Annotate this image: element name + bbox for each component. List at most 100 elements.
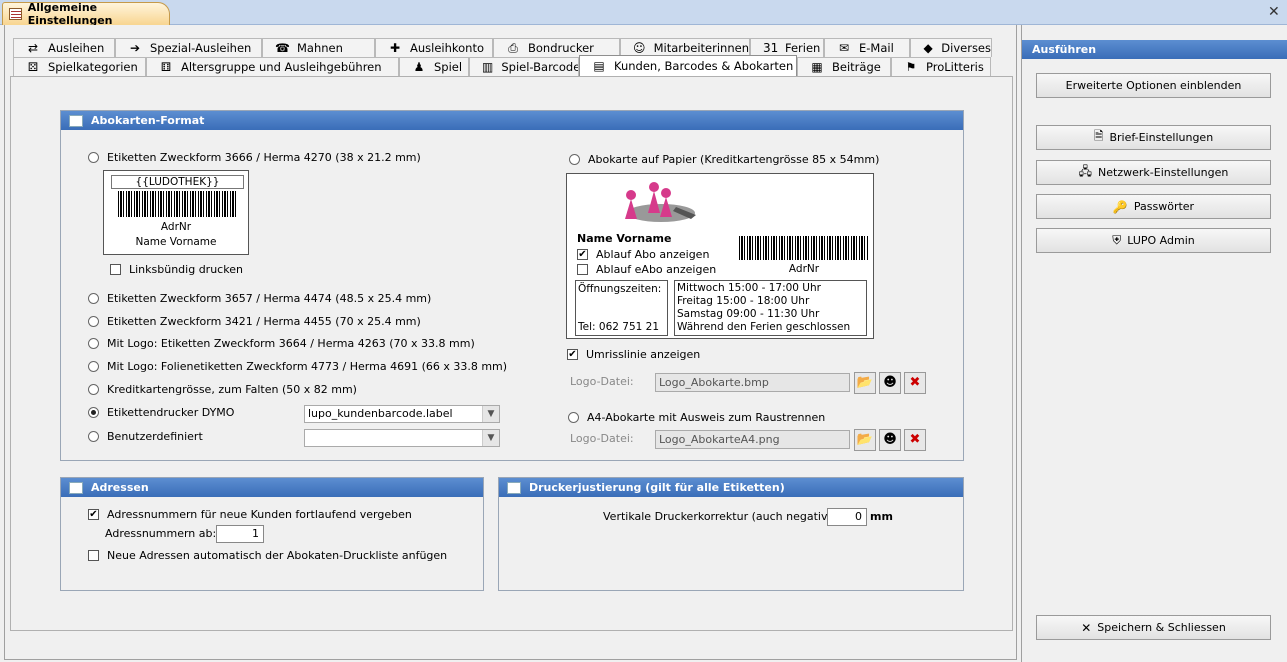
druckerjustierung-group: Druckerjustierung (gilt für alle Etikett… [498, 477, 964, 591]
radio-a4-abokarte[interactable] [568, 412, 579, 423]
tab-ausleihkonto[interactable]: ✚ Ausleihkonto [375, 38, 493, 57]
document-tab[interactable]: Allgemeine Einstellungen [2, 1, 170, 27]
chevron-down-icon[interactable]: ▼ [482, 406, 499, 422]
logo-file-input[interactable]: Logo_Abokarte.bmp [655, 373, 850, 392]
tab-altersgruppe-und-ausleihgebühren[interactable]: ⚅ Altersgruppe und Ausleihgebühren [146, 57, 399, 76]
option-kreditkarte-falten[interactable]: Kreditkartengrösse, zum Falten (50 x 82 … [88, 383, 357, 396]
tab-label: Spielkategorien [48, 60, 138, 74]
delete-icon[interactable]: ✖ [904, 372, 926, 394]
speichern-schliessen-button[interactable]: ✕ Speichern & Schliessen [1036, 615, 1271, 640]
option-abokarte-papier[interactable]: Abokarte auf Papier (Kreditkartengrösse … [569, 153, 879, 166]
app-window: Allgemeine Einstellungen ✕ ⇄ Ausleihen ➔ Sp… [0, 0, 1287, 662]
printer-icon: ⎙ [508, 41, 518, 55]
label-zweckform-3421: Etiketten Zweckform 3421 / Herma 4455 (7… [107, 315, 421, 328]
smiley-icon[interactable]: ☻ [879, 372, 901, 394]
label-kreditkarte-falten: Kreditkartengrösse, zum Falten (50 x 82 … [107, 383, 357, 396]
checkbox-umrisslinie[interactable]: ✔ [567, 349, 578, 360]
tab-prolitteris[interactable]: ⚑ ProLitteris [891, 57, 991, 76]
smiley-icon[interactable]: ☻ [879, 429, 901, 451]
flag-icon: ⚑ [905, 60, 917, 74]
tab-kunden-barcodes-abokarten[interactable]: ▤ Kunden, Barcodes & Abokarten [579, 55, 797, 76]
option-zweckform-3666[interactable]: Etiketten Zweckform 3666 / Herma 4270 (3… [88, 151, 421, 164]
option-linksbuendig[interactable]: Linksbündig drucken [110, 263, 243, 276]
brief-einstellungen-button[interactable]: 🗎 Brief-Einstellungen [1036, 125, 1271, 150]
radio-zweckform-3421[interactable] [88, 316, 99, 327]
checkbox-ablauf-abo[interactable]: ✔ [577, 249, 588, 260]
radio-zweckform-3666[interactable] [88, 152, 99, 163]
label-zweckform-3657: Etiketten Zweckform 3657 / Herma 4474 (4… [107, 292, 432, 305]
druckerkorrektur-input[interactable]: 0 [827, 508, 867, 526]
option-umrisslinie[interactable]: ✔ Umrisslinie anzeigen [567, 348, 700, 361]
lupo-admin-button[interactable]: ⛨ LUPO Admin [1036, 228, 1271, 253]
erweiterte-optionen-label: Erweiterte Optionen einblenden [1065, 79, 1242, 92]
option-ablauf-eabo[interactable]: Ablauf eAbo anzeigen [577, 263, 716, 276]
dymo-label-select[interactable]: lupo_kundenbarcode.label ▼ [304, 405, 500, 423]
close-icon[interactable]: ✕ [1268, 4, 1280, 20]
checkbox-auto-druckliste[interactable] [88, 550, 99, 561]
checkbox-fortlaufend[interactable]: ✔ [88, 509, 99, 520]
account-add-icon: ✚ [389, 41, 401, 55]
checkbox-linksbuendig[interactable] [110, 264, 121, 275]
tab-spiel[interactable]: ♟ Spiel [399, 57, 469, 76]
option-zweckform-3657[interactable]: Etiketten Zweckform 3657 / Herma 4474 (4… [88, 292, 431, 305]
card-hours-label-box: Öffnungszeiten: Tel: 062 751 21 [575, 280, 668, 336]
radio-logo-3664[interactable] [88, 338, 99, 349]
tab-label: Ferien [785, 41, 821, 55]
option-a4-abokarte[interactable]: A4-Abokarte mit Ausweis zum Raustrennen [568, 411, 825, 424]
tab-diverses[interactable]: ◆ Diverses [910, 38, 992, 57]
label-preview: {{LUDOTHEK}} AdrNr Name Vorname [103, 170, 249, 255]
radio-abokarte-papier[interactable] [569, 154, 580, 165]
option-auto-druckliste[interactable]: Neue Adressen automatisch der Abokaten-D… [88, 549, 447, 562]
option-logo-4773[interactable]: Mit Logo: Folienetiketten Zweckform 4773… [88, 360, 507, 373]
option-fortlaufend[interactable]: ✔ Adressnummern für neue Kunden fortlauf… [88, 508, 412, 521]
radio-logo-4773[interactable] [88, 361, 99, 372]
option-benutzerdefiniert[interactable]: Benutzerdefiniert [88, 430, 203, 443]
option-logo-3664[interactable]: Mit Logo: Etiketten Zweckform 3664 / Her… [88, 337, 475, 350]
tab-beiträge[interactable]: ▦ Beiträge [797, 57, 891, 76]
tab-label: Spiel-Barcode [501, 60, 579, 74]
erweiterte-optionen-button[interactable]: Erweiterte Optionen einblenden [1036, 73, 1271, 98]
netzwerk-einstellungen-button[interactable]: 🖧 Netzwerk-Einstellungen [1036, 160, 1271, 185]
close-icon: ✕ [1081, 620, 1092, 635]
benutzerdefiniert-select[interactable]: ▼ [304, 429, 500, 447]
label-preview-name: Name Vorname [135, 236, 217, 248]
radio-zweckform-3657[interactable] [88, 293, 99, 304]
card-format-icon [69, 114, 83, 127]
druckerkorrektur-label: Vertikale Druckerkorrektur (auch negativ… [603, 510, 843, 523]
chevron-down-icon[interactable]: ▼ [482, 430, 499, 446]
radio-dymo[interactable] [88, 407, 99, 418]
reminder-icon: ☎ [275, 41, 290, 55]
tab-e-mail[interactable]: ✉ E-Mail [824, 38, 910, 57]
adressnummern-ab-input[interactable]: 1 [216, 525, 264, 543]
form-icon [9, 8, 22, 20]
card-tel: Tel: 062 751 21 [578, 321, 660, 333]
delete-icon[interactable]: ✖ [904, 429, 926, 451]
swap-arrows-icon: ⇄ [27, 41, 39, 55]
label-ablauf-abo: Ablauf Abo anzeigen [596, 248, 710, 261]
radio-benutzerdefiniert[interactable] [88, 431, 99, 442]
option-zweckform-3421[interactable]: Etiketten Zweckform 3421 / Herma 4455 (7… [88, 315, 421, 328]
tab-label: Spiel [434, 60, 463, 74]
open-folder-icon[interactable]: 📂 [854, 372, 876, 394]
open-folder-icon[interactable]: 📂 [854, 429, 876, 451]
tab-spielkategorien[interactable]: ⚄ Spielkategorien [13, 57, 146, 76]
password-icon: 🔑 [1112, 199, 1128, 214]
tab-spiel-barcode[interactable]: ▥ Spiel-Barcode [469, 57, 579, 76]
money-icon: ▦ [811, 60, 823, 74]
option-ablauf-abo[interactable]: ✔ Ablauf Abo anzeigen [577, 248, 709, 261]
tab-label: Altersgruppe und Ausleihgebühren [181, 60, 382, 74]
abokarten-title: Abokarten-Format [91, 114, 205, 127]
radio-kreditkarte-falten[interactable] [88, 384, 99, 395]
dice-icon: ⚄ [27, 60, 39, 74]
document-tab-bar: Allgemeine Einstellungen ✕ [0, 0, 1287, 27]
tab-ausleihen[interactable]: ⇄ Ausleihen [13, 38, 115, 57]
tab-mahnen[interactable]: ☎ Mahnen [262, 38, 375, 57]
card-hours-label: Öffnungszeiten: [578, 283, 662, 295]
tab-spezial-ausleihen[interactable]: ➔ Spezial-Ausleihen [115, 38, 262, 57]
label-preview-barcode [118, 191, 236, 217]
option-dymo[interactable]: Etikettendrucker DYMO [88, 406, 234, 419]
label-ablauf-eabo: Ablauf eAbo anzeigen [596, 263, 717, 276]
logo-file-input-2[interactable]: Logo_AbokarteA4.png [655, 430, 850, 449]
checkbox-ablauf-eabo[interactable] [577, 264, 588, 275]
passwoerter-button[interactable]: 🔑 Passwörter [1036, 194, 1271, 219]
